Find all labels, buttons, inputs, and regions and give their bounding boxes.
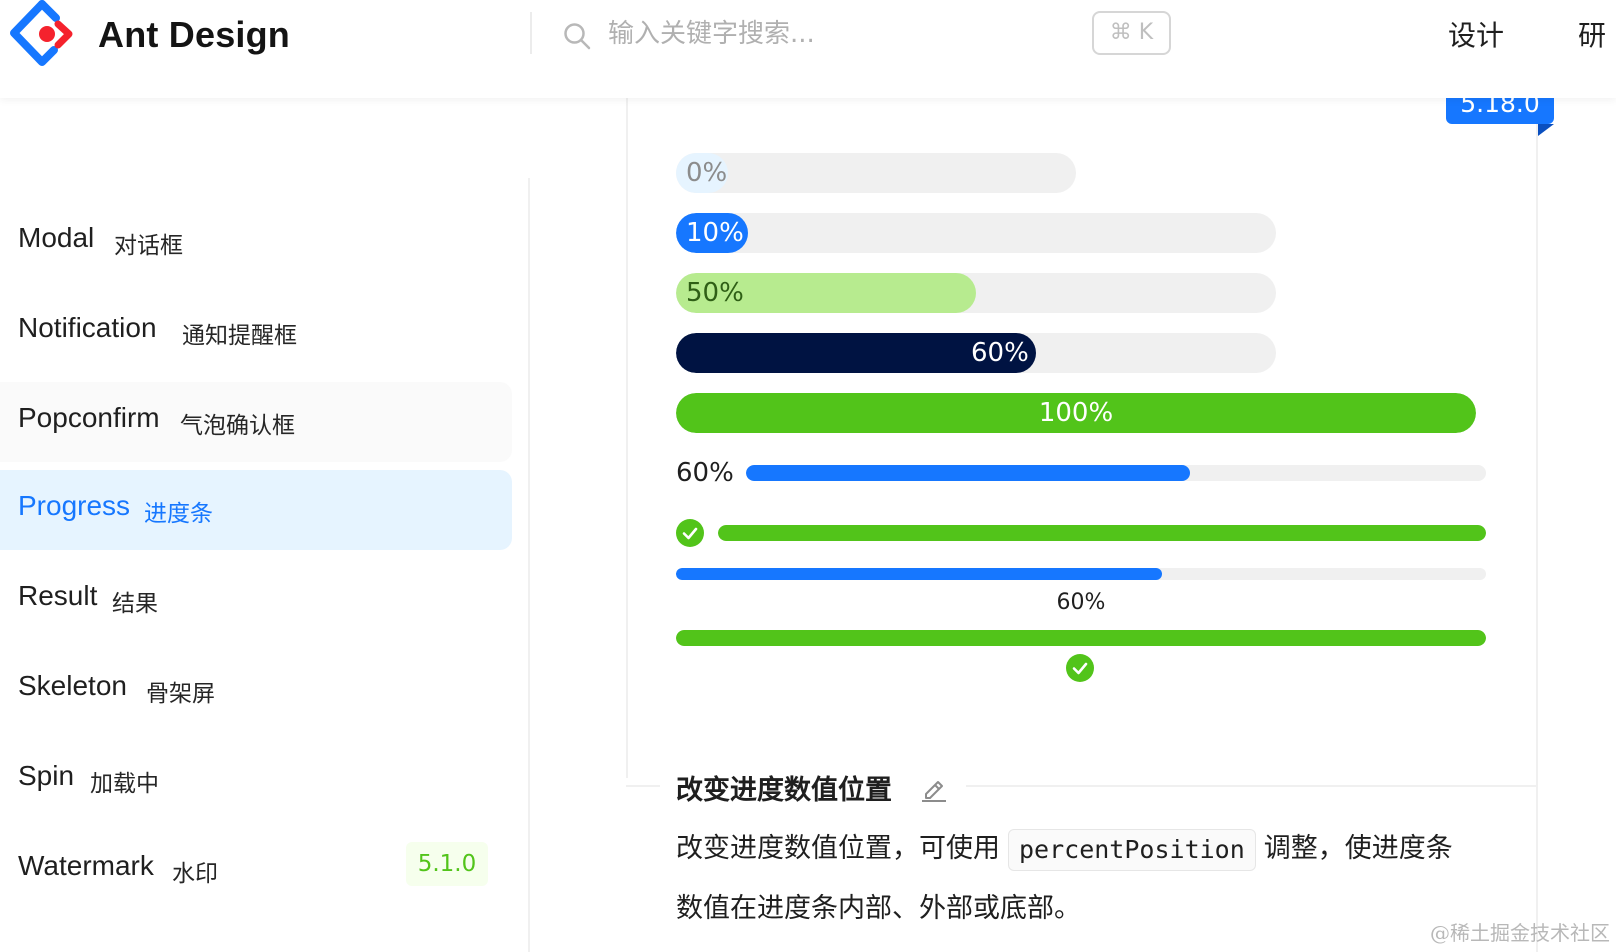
section-description: 改变进度数值位置，可使用 percentPosition 调整，使进度条 (676, 826, 1453, 871)
progress-bar (676, 568, 1486, 580)
version-tag: 5.1.0 (406, 842, 488, 886)
header-divider (530, 12, 532, 54)
sidebar-item-label: Notification (18, 312, 157, 343)
sidebar-item-progress[interactable]: Progress 进度条 (0, 470, 512, 550)
sidebar-item-sublabel: 进度条 (144, 501, 213, 527)
progress-percent-label: 0% (686, 158, 728, 188)
progress-bar: 0% (676, 153, 1076, 193)
sidebar-item-label: Skeleton (18, 670, 127, 701)
progress-bar: 10% (676, 213, 1276, 253)
sidebar-item-watermark[interactable]: Watermark 水印 5.1.0 (0, 830, 512, 910)
top-header: Ant Design ⌘ K 设计 研 (0, 0, 1616, 98)
demo-card-border-right (1536, 120, 1538, 952)
sidebar-item-label: Spin (18, 760, 75, 791)
site-watermark: @稀土掘金技术社区 (1430, 921, 1610, 945)
description-text: 改变进度数值位置，可使用 (676, 833, 1000, 864)
sidebar-item-notification[interactable]: Notification 通知提醒框 (0, 292, 512, 372)
progress-bar (676, 630, 1486, 646)
progress-bar (746, 465, 1486, 481)
check-circle-icon (676, 519, 704, 547)
sidebar-divider (528, 178, 530, 952)
progress-bar: 100% (676, 393, 1476, 433)
sidebar-item-result[interactable]: Result 结果 (0, 560, 512, 640)
sidebar-item-spin[interactable]: Spin 加载中 (0, 740, 512, 820)
sidebar-item-sublabel: 骨架屏 (146, 681, 215, 707)
nav-design[interactable]: 设计 (1448, 14, 1504, 54)
sidebar-item-sublabel: 水印 (172, 861, 218, 887)
ribbon-fold (1538, 124, 1554, 136)
progress-bar: 50% (676, 273, 1276, 313)
demo-card-divider (626, 785, 660, 787)
search-shortcut-badge: ⌘ K (1092, 11, 1171, 55)
progress-percent-label: 100% (1038, 398, 1114, 428)
sidebar-item-label: Watermark (18, 850, 154, 881)
sidebar-item-popconfirm[interactable]: Popconfirm 气泡确认框 (0, 382, 512, 462)
progress-percent-label: 60% (1056, 590, 1106, 615)
sidebar-item-label: Popconfirm (18, 402, 160, 433)
edit-icon[interactable] (920, 774, 948, 802)
sidebar-item-modal[interactable]: Modal 对话框 (0, 202, 512, 282)
sidebar-item-sublabel: 结果 (112, 591, 158, 617)
nav-develop[interactable]: 研 (1578, 14, 1606, 54)
description-text: 调整，使进度条 (1263, 833, 1453, 864)
sidebar-item-sublabel: 气泡确认框 (180, 413, 295, 439)
section-title: 改变进度数值位置 (676, 775, 892, 806)
progress-fill (718, 525, 1486, 541)
section-description-line-2: 数值在进度条内部、外部或底部。 (676, 893, 1081, 924)
progress-fill (676, 568, 1162, 580)
demo-card-border-left (626, 98, 628, 778)
search-icon (564, 23, 591, 50)
progress-bar: 60% (676, 333, 1276, 373)
sidebar-item-label: Modal (18, 222, 95, 253)
progress-fill (746, 465, 1190, 481)
sidebar-item-sublabel: 通知提醒框 (182, 323, 297, 349)
progress-percent-label: 60% (676, 458, 734, 488)
progress-percent-label: 10% (686, 218, 744, 248)
logo-text[interactable]: Ant Design (98, 14, 290, 56)
progress-percent-label: 60% (971, 338, 1029, 368)
search-input[interactable] (608, 10, 1048, 58)
sidebar-item-skeleton[interactable]: Skeleton 骨架屏 (0, 650, 512, 730)
sidebar-item-sublabel: 加载中 (90, 771, 159, 797)
progress-bar (718, 525, 1486, 541)
demo-card-divider (966, 785, 1538, 787)
sidebar-item-label: Result (18, 580, 98, 611)
sidebar-item-sublabel: 对话框 (114, 233, 183, 259)
sidebar-item-label: Progress (18, 490, 131, 521)
progress-percent-label: 50% (686, 278, 744, 308)
inline-code: percentPosition (1008, 828, 1256, 871)
ant-design-logo-icon[interactable] (6, 0, 76, 68)
check-circle-icon (1066, 654, 1094, 682)
progress-fill (676, 630, 1486, 646)
